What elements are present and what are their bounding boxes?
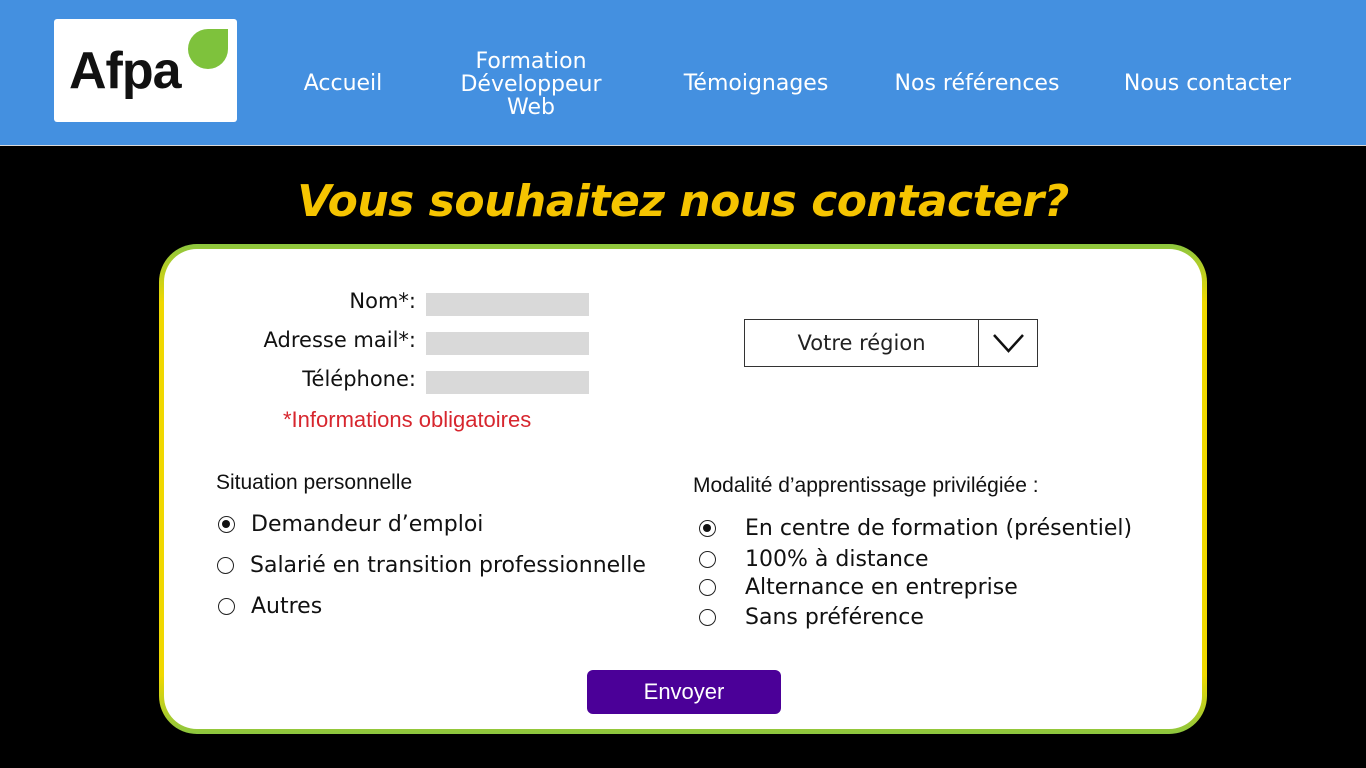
afpa-logo[interactable]: Afpa <box>54 19 237 122</box>
radio-label: Sans préférence <box>745 605 924 630</box>
nav-accueil[interactable]: Accueil <box>284 72 402 95</box>
radio-label: 100% à distance <box>745 547 929 572</box>
radio-button[interactable] <box>218 516 235 533</box>
radio-label: En centre de formation (présentiel) <box>745 516 1133 541</box>
radio-label: Autres <box>251 594 323 619</box>
required-fields-note: *Informations obligatoires <box>283 407 532 432</box>
chevron-down-icon <box>993 334 1024 353</box>
nav-nous-contacter[interactable]: Nous contacter <box>1106 72 1309 95</box>
radio-label: Alternance en entreprise <box>745 575 1018 600</box>
envoyer-button[interactable]: Envoyer <box>587 670 781 714</box>
nom-label: Nom*: <box>349 289 416 313</box>
radio-label: Demandeur d’emploi <box>251 512 484 537</box>
email-input[interactable] <box>426 332 589 355</box>
modalite-title: Modalité d’apprentissage privilégiée : <box>693 474 1039 497</box>
radio-button[interactable] <box>699 609 716 626</box>
telephone-label: Téléphone: <box>302 367 416 391</box>
region-select[interactable]: Votre région <box>744 319 1038 367</box>
email-label: Adresse mail*: <box>263 328 416 352</box>
nav-nos-references[interactable]: Nos références <box>880 72 1074 95</box>
radio-button[interactable] <box>218 598 235 615</box>
radio-button[interactable] <box>699 520 716 537</box>
nav-temoignages[interactable]: Témoignages <box>666 72 846 95</box>
radio-button[interactable] <box>699 551 716 568</box>
radio-button[interactable] <box>217 557 234 574</box>
select-arrow-button[interactable] <box>978 320 1038 366</box>
nom-input[interactable] <box>426 293 589 316</box>
radio-button[interactable] <box>699 579 716 596</box>
radio-label: Salarié en transition professionnelle <box>250 553 646 578</box>
telephone-input[interactable] <box>426 371 589 394</box>
situation-title: Situation personnelle <box>216 471 413 494</box>
site-header: Afpa Accueil Formation Développeur Web T… <box>0 0 1366 146</box>
page-title: Vous souhaitez nous contacter? <box>297 176 1069 227</box>
leaf-icon <box>188 29 228 69</box>
region-select-value: Votre région <box>797 331 926 355</box>
logo-text: Afpa <box>69 42 182 100</box>
nav-formation-developpeur-web[interactable]: Formation Développeur Web <box>446 50 616 119</box>
